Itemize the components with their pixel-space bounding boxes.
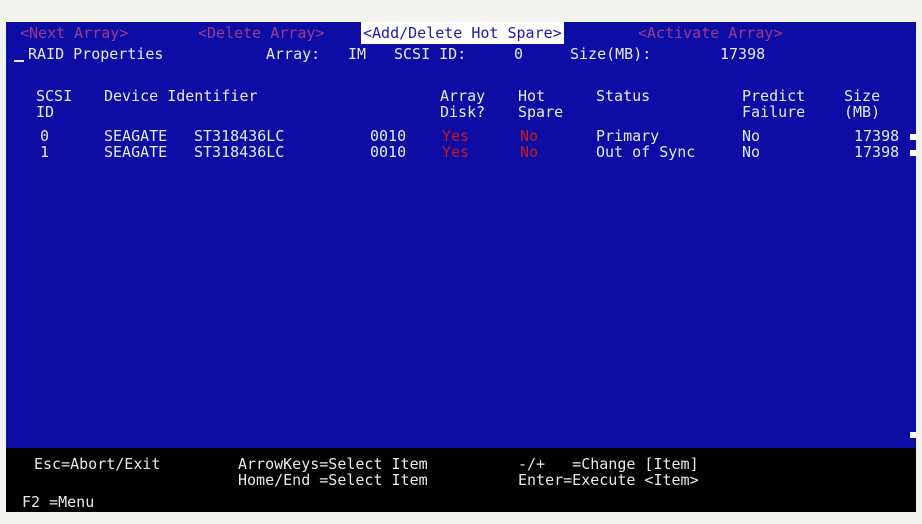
window-frame-right <box>916 0 922 524</box>
array-value: IM <box>348 45 367 63</box>
menu-next-array[interactable]: <Next Array> <box>18 22 130 44</box>
col-size-l1: Size <box>844 87 881 105</box>
row1-vendor[interactable]: SEAGATE <box>104 144 167 160</box>
col-scsi-id-l1: SCSI <box>36 87 73 105</box>
footer-enter-execute: Enter=Execute <Item> <box>518 471 699 489</box>
col-hot-spare-l1: Hot <box>518 87 546 105</box>
scsi-id-label: SCSI ID: <box>394 45 467 63</box>
menu-add-delete-hot-spare[interactable]: <Add/Delete Hot Spare> <box>361 22 564 44</box>
size-value: 17398 <box>720 45 766 63</box>
row1-revision: 0010 <box>370 143 407 161</box>
array-label: Array: <box>266 45 321 63</box>
footer-f2-menu: F2 =Menu <box>22 493 95 511</box>
col-predict-l1: Predict <box>742 87 806 105</box>
menu-delete-array[interactable]: <Delete Array> <box>196 22 326 44</box>
row0-array-disk[interactable]: Yes <box>442 128 469 144</box>
col-status: Status <box>596 87 651 105</box>
page-title: RAID Properties <box>28 45 164 63</box>
row0-vendor[interactable]: SEAGATE <box>104 128 167 144</box>
row1-array-disk[interactable]: Yes <box>442 144 469 160</box>
row0-hot-spare[interactable]: No <box>520 128 538 144</box>
row0-revision: 0010 <box>370 127 407 145</box>
row0-predict-failure: No <box>742 127 761 145</box>
text-cursor <box>14 60 24 62</box>
row0-status: Primary <box>596 127 660 145</box>
menu-bar: <Next Array> <Delete Array> <Add/Delete … <box>6 22 916 44</box>
footer-arrow-keys: ArrowKeys=Select Item <box>238 455 428 473</box>
row0-scsi-id: 0 <box>40 127 50 145</box>
col-device-identifier: Device Identifier <box>104 87 258 105</box>
window-frame-top <box>0 0 922 22</box>
menu-activate-array[interactable]: <Activate Array> <box>636 22 785 44</box>
row1-status: Out of Sync <box>596 143 696 161</box>
col-hot-spare-l2: Spare <box>518 103 564 121</box>
footer-home-end: Home/End =Select Item <box>238 471 428 489</box>
col-size-l2: (MB) <box>844 103 881 121</box>
col-predict-l2: Failure <box>742 103 806 121</box>
row1-model[interactable]: ST318436LC <box>194 144 284 160</box>
size-label: Size(MB): <box>570 45 652 63</box>
row1-hot-spare[interactable]: No <box>520 144 538 160</box>
row1-size: 17398 <box>854 143 900 161</box>
col-array-disk-l1: Array <box>440 87 486 105</box>
scsi-id-value: 0 <box>514 45 524 63</box>
row1-scsi-id: 1 <box>40 143 50 161</box>
row0-model[interactable]: ST318436LC <box>194 128 284 144</box>
row1-predict-failure: No <box>742 143 761 161</box>
footer-change-item: -/+ =Change [Item] <box>518 455 699 473</box>
col-scsi-id-l2: ID <box>36 103 55 121</box>
footer-esc-abort: Esc=Abort/Exit <box>34 455 161 473</box>
col-array-disk-l2: Disk? <box>440 103 486 121</box>
row0-size: 17398 <box>854 127 900 145</box>
